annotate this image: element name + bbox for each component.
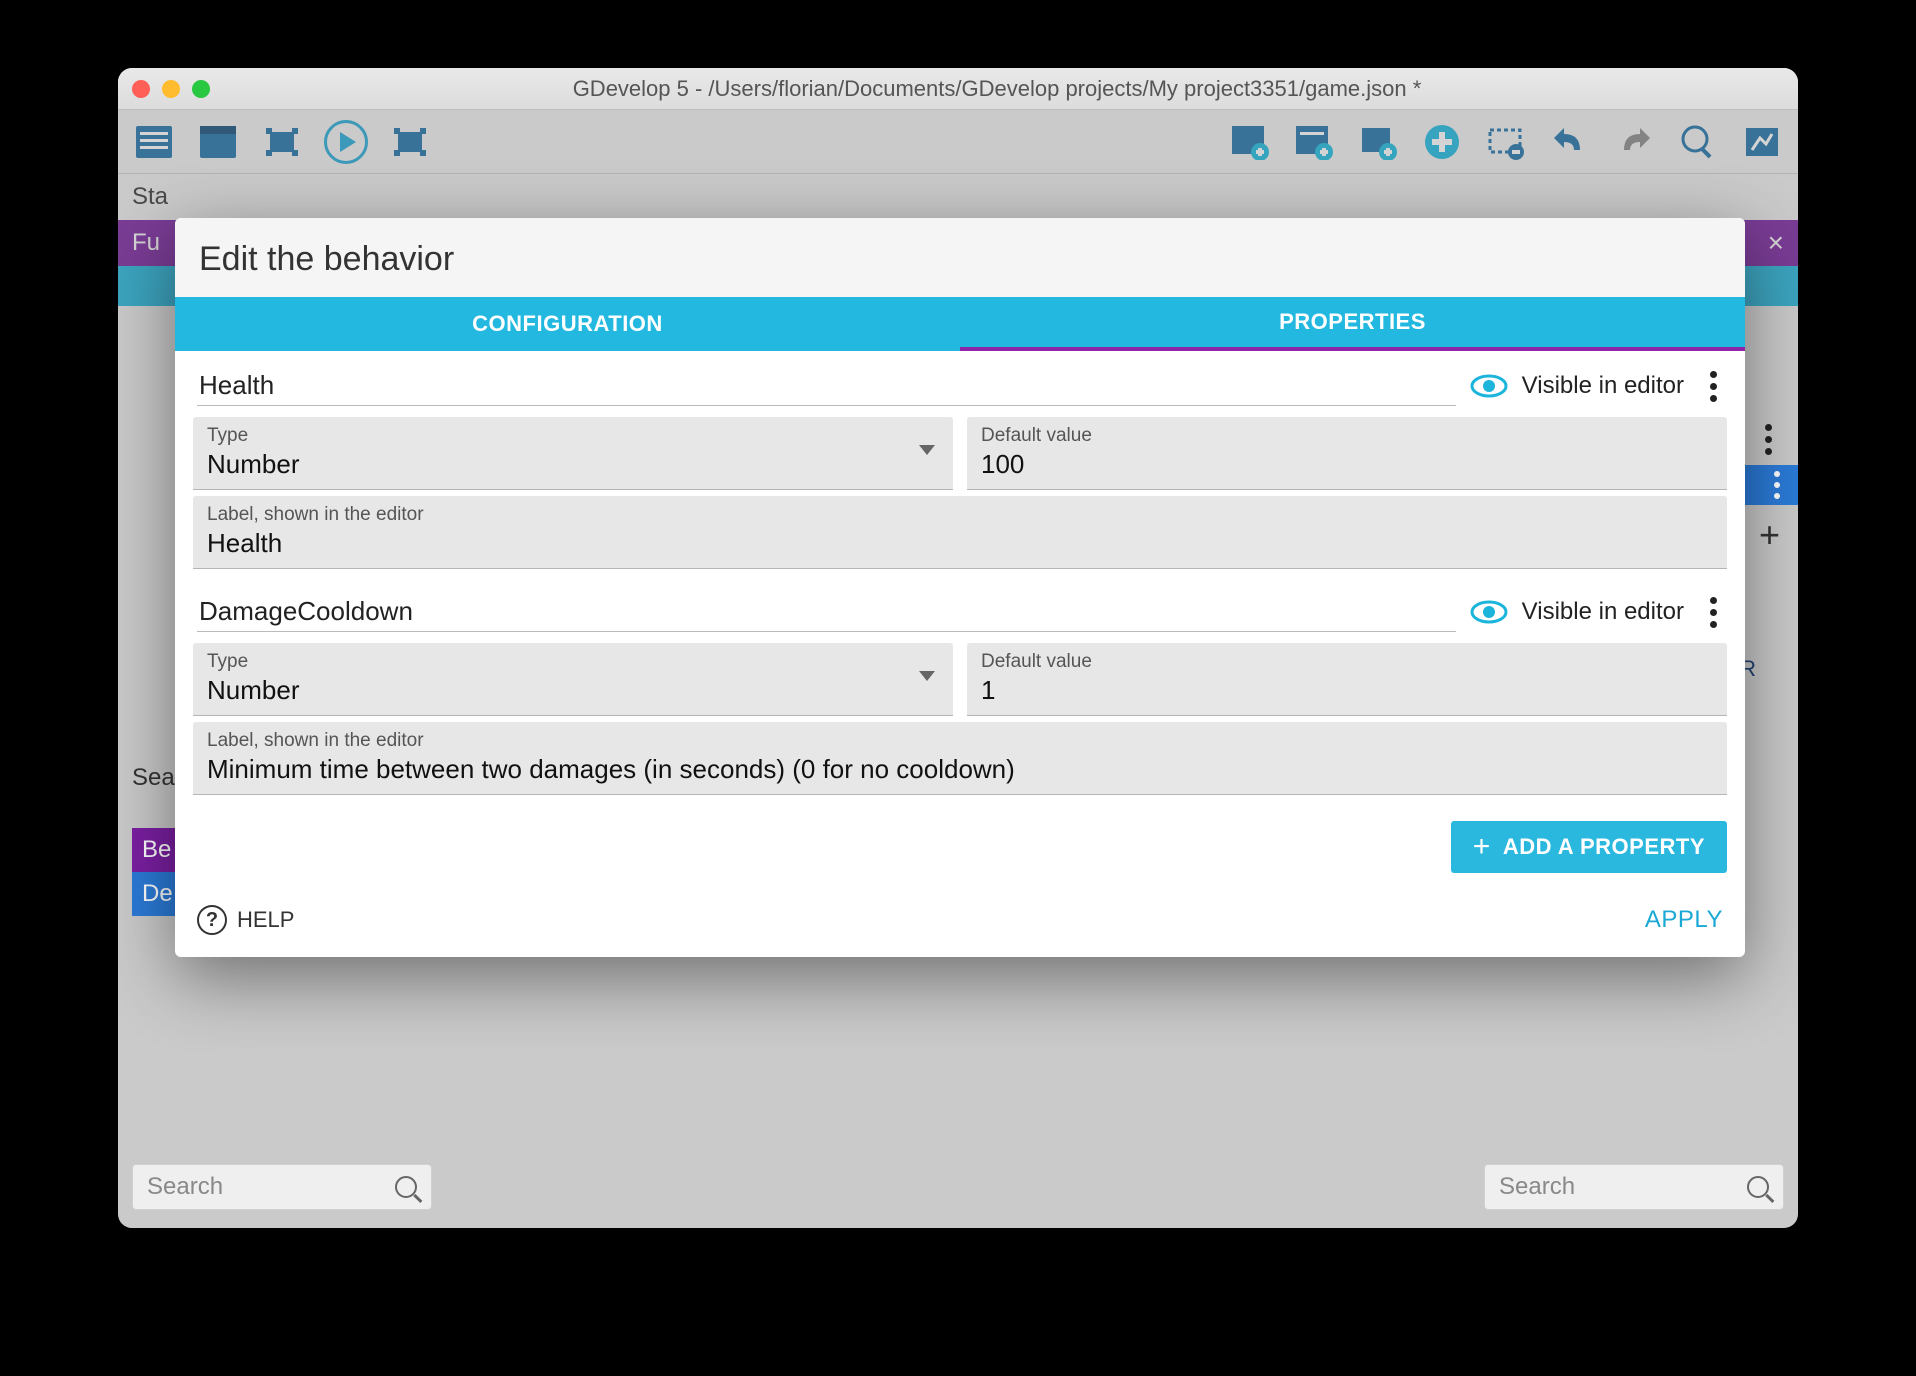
dialog-title: Edit the behavior bbox=[175, 218, 1745, 297]
visibility-toggle[interactable] bbox=[1470, 374, 1508, 398]
toolbar-button[interactable] bbox=[386, 118, 434, 166]
toolbar-button[interactable] bbox=[194, 118, 242, 166]
purple-header-label: Fu bbox=[132, 229, 160, 257]
search-input-left[interactable]: Search bbox=[132, 1164, 432, 1210]
label-input[interactable]: Label, shown in the editor Minimum time … bbox=[193, 722, 1727, 795]
type-select[interactable]: Type Number bbox=[193, 417, 953, 490]
search-button[interactable] bbox=[1674, 118, 1722, 166]
toolbar-button[interactable] bbox=[1290, 118, 1338, 166]
titlebar: GDevelop 5 - /Users/florian/Documents/GD… bbox=[118, 68, 1798, 110]
tab-configuration[interactable]: CONFIGURATION bbox=[175, 297, 960, 351]
toolbar-button[interactable] bbox=[258, 118, 306, 166]
toolbar-button[interactable] bbox=[1354, 118, 1402, 166]
search-icon bbox=[1747, 1176, 1769, 1198]
visibility-toggle[interactable] bbox=[1470, 600, 1508, 624]
main-toolbar bbox=[118, 110, 1798, 174]
close-icon[interactable]: × bbox=[1768, 227, 1784, 259]
minimize-window-button[interactable] bbox=[162, 80, 180, 98]
visible-label: Visible in editor bbox=[1522, 598, 1684, 626]
settings-button[interactable] bbox=[1738, 118, 1786, 166]
edit-behavior-dialog: Edit the behavior CONFIGURATION PROPERTI… bbox=[175, 218, 1745, 957]
dialog-tabs: CONFIGURATION PROPERTIES bbox=[175, 297, 1745, 351]
undo-button[interactable] bbox=[1546, 118, 1594, 166]
window-title: GDevelop 5 - /Users/florian/Documents/GD… bbox=[210, 76, 1784, 102]
window-controls bbox=[132, 80, 210, 98]
apply-button[interactable]: APPLY bbox=[1645, 906, 1723, 934]
property-menu[interactable] bbox=[1704, 597, 1723, 628]
play-button[interactable] bbox=[322, 118, 370, 166]
property-block: Visible in editor Type Number Default va… bbox=[193, 361, 1727, 569]
help-icon: ? bbox=[197, 905, 227, 935]
add-property-button[interactable]: + ADD A PROPERTY bbox=[1451, 821, 1727, 873]
properties-panel: Visible in editor Type Number Default va… bbox=[175, 351, 1745, 887]
search-icon bbox=[395, 1176, 417, 1198]
plus-icon: + bbox=[1473, 832, 1491, 862]
type-select[interactable]: Type Number bbox=[193, 643, 953, 716]
search-placeholder: Search bbox=[1499, 1173, 1575, 1201]
toolbar-button[interactable] bbox=[1482, 118, 1530, 166]
tab-properties[interactable]: PROPERTIES bbox=[960, 297, 1745, 351]
row-menu[interactable] bbox=[1738, 414, 1798, 465]
property-name-input[interactable] bbox=[197, 592, 1456, 632]
subheader: Sta bbox=[118, 174, 1798, 220]
row-blue[interactable] bbox=[1738, 465, 1798, 505]
chevron-down-icon bbox=[919, 445, 935, 455]
add-button[interactable] bbox=[1418, 118, 1466, 166]
search-input-right[interactable]: Search bbox=[1484, 1164, 1784, 1210]
maximize-window-button[interactable] bbox=[192, 80, 210, 98]
property-name-input[interactable] bbox=[197, 366, 1456, 406]
label-input[interactable]: Label, shown in the editor Health bbox=[193, 496, 1727, 569]
property-block: Visible in editor Type Number Default va… bbox=[193, 587, 1727, 795]
help-button[interactable]: ? HELP bbox=[197, 905, 294, 935]
default-value-input[interactable]: Default value 1 bbox=[967, 643, 1727, 716]
close-window-button[interactable] bbox=[132, 80, 150, 98]
toolbar-button[interactable] bbox=[1226, 118, 1274, 166]
default-value-input[interactable]: Default value 100 bbox=[967, 417, 1727, 490]
add-row[interactable]: + bbox=[1738, 505, 1798, 565]
dialog-footer: ? HELP APPLY bbox=[175, 887, 1745, 957]
visible-label: Visible in editor bbox=[1522, 372, 1684, 400]
chevron-down-icon bbox=[919, 671, 935, 681]
toolbar-button[interactable] bbox=[130, 118, 178, 166]
property-menu[interactable] bbox=[1704, 371, 1723, 402]
search-placeholder: Search bbox=[147, 1173, 223, 1201]
redo-button[interactable] bbox=[1610, 118, 1658, 166]
